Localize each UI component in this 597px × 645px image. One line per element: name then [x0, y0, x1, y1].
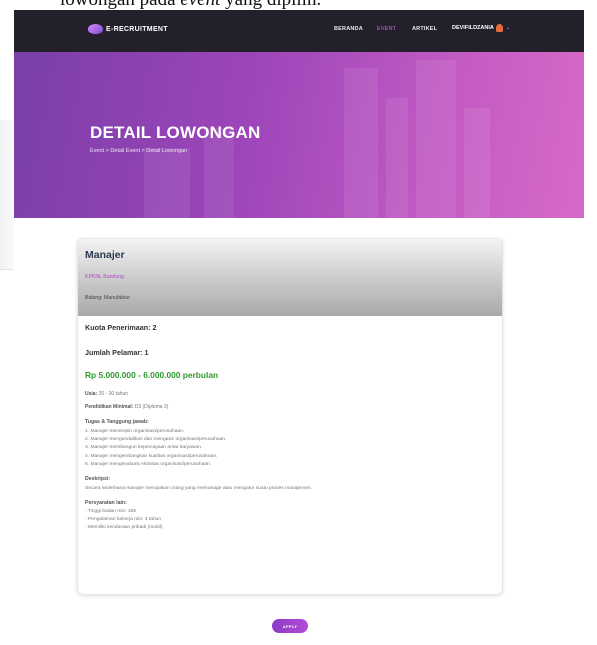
list-item: - Pengalaman bekerja min: 3 tahun: [85, 517, 162, 523]
description-heading: Deskripsi:: [85, 475, 111, 482]
job-detail-card: Manajer KPKNL Bandung Bidang: Manufaktur…: [77, 238, 503, 595]
list-item: 5. Manajer mengevaluasi Aktivitas organi…: [85, 461, 212, 467]
duties-list: 1. Manajer memimpin organisasi/perusahaa…: [85, 429, 495, 467]
job-card-body: Kuota Penerimaan: 2 Jumlah Pelamar: 1 Rp…: [85, 323, 495, 530]
education-requirement: Pendidikan Minimal: D3 (Diploma 3): [85, 404, 169, 410]
salary: Rp 5.000.000 - 6.000.000 perbulan: [85, 370, 219, 380]
list-item: 1. Manajer memimpin organisasi/perusahaa…: [85, 429, 185, 434]
list-item: - Memiliki kendaraan pribadi (mobil): [85, 525, 163, 531]
background-building: [416, 60, 456, 218]
user-name: DEVIFILDZANIA: [452, 25, 494, 31]
page-title: DETAIL LOWONGAN: [90, 123, 261, 142]
quota: Kuota Penerimaan: 2: [85, 323, 157, 332]
background-building: [144, 148, 190, 218]
list-item: - Tinggi badan min: 165: [85, 508, 137, 514]
job-card-header: Manajer KPKNL Bandung Bidang: Manufaktur: [78, 239, 502, 316]
list-item: 4. Manajer mengembangkan kualitas organi…: [85, 453, 218, 459]
background-building: [386, 98, 408, 218]
job-title: Manajer: [85, 249, 125, 261]
user-avatar-icon: [495, 24, 503, 32]
duties-heading: Tugas & Tanggung jawab:: [85, 419, 149, 425]
chevron-down-icon: ⌄: [505, 25, 511, 31]
navbar: E-RECRUITMENT BERANDA EVENT ARTIKEL DEVI…: [14, 10, 584, 52]
list-item: 2. Manajer mengendalikan dan mengatur or…: [85, 437, 227, 443]
brand-logo[interactable]: E-RECRUITMENT: [88, 24, 168, 34]
breadcrumb[interactable]: Event > Detail Event > Detail Lowongan: [90, 148, 187, 154]
description-text: Secara sederhana manajer merupakan orang…: [85, 485, 313, 491]
background-window-edge: [0, 120, 14, 270]
brand-name: E-RECRUITMENT: [106, 25, 168, 33]
age-requirement: Usia: 20 - 30 tahun: [85, 391, 129, 397]
document-text-fragment: lowongan pada event yang dipilih.: [0, 0, 597, 10]
applicant-count: Jumlah Pelamar: 1: [85, 348, 149, 357]
background-building: [344, 68, 378, 218]
list-item: 3. Manajer membangun kepercayaan antar k…: [85, 445, 203, 451]
job-field: Bidang: Manufaktur: [85, 295, 130, 301]
nav-artikel[interactable]: ARTIKEL: [412, 26, 437, 32]
requirements-list: - Tinggi badan min: 165 - Pengalaman bek…: [85, 509, 495, 530]
brand-logo-icon: [88, 24, 103, 34]
requirements-heading: Persyaratan lain:: [85, 499, 127, 506]
user-menu[interactable]: DEVIFILDZANIA ⌄: [452, 24, 510, 32]
page-hero: DETAIL LOWONGAN Event > Detail Event > D…: [14, 52, 584, 218]
company-name[interactable]: KPKNL Bandung: [85, 274, 124, 280]
nav-beranda[interactable]: BERANDA: [334, 26, 363, 32]
nav-event[interactable]: EVENT: [377, 26, 396, 32]
background-building: [464, 108, 490, 218]
apply-button[interactable]: APPLY: [272, 619, 308, 633]
